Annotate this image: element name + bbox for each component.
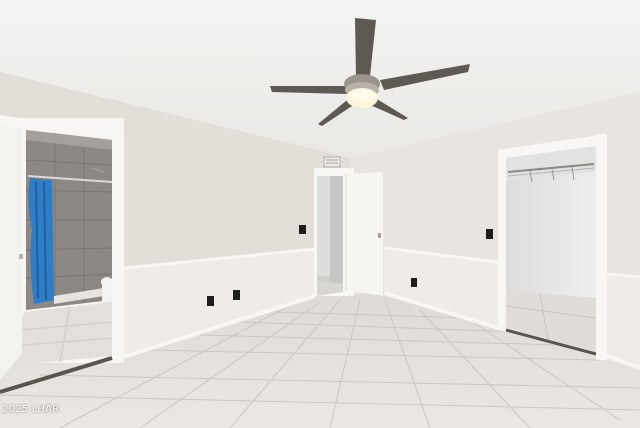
light-switch-icon[interactable]: [486, 229, 493, 239]
outlet-icon: [233, 290, 240, 300]
hallway-door[interactable]: [346, 172, 383, 296]
light-switch-icon[interactable]: [299, 225, 306, 234]
hallway-doorway[interactable]: [314, 168, 383, 296]
outlet-icon: [207, 296, 214, 306]
shower-curtain: [28, 178, 54, 304]
room-photo: 2025 LHAR: [0, 0, 640, 428]
bathroom-doorway[interactable]: [0, 115, 124, 394]
hvac-vent-icon: [323, 156, 341, 168]
watermark: 2025 LHAR: [2, 404, 60, 415]
room-illustration: [0, 0, 640, 428]
bathroom-door[interactable]: [0, 124, 22, 380]
closet-doorway[interactable]: [498, 134, 607, 360]
outlet-icon: [411, 278, 417, 287]
